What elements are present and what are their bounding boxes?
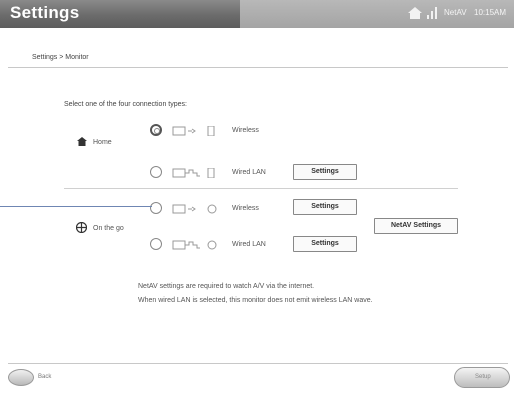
status-text: NetAV [444, 8, 467, 17]
note-netav: NetAV settings are required to watch A/V… [138, 283, 315, 290]
option-home-wired[interactable]: Wired LAN [150, 164, 266, 184]
wireless-connection-icon [172, 204, 217, 214]
signal-icon [427, 7, 437, 19]
back-button[interactable]: Back [8, 369, 68, 387]
note-wired-lan: When wired LAN is selected, this monitor… [138, 297, 373, 304]
group-label-on-the-go: On the go [93, 225, 124, 232]
settings-button-go-wired[interactable]: Settings [293, 236, 357, 252]
setup-button[interactable]: Setup [454, 367, 510, 388]
title-bar: Settings NetAV 10:15AM [0, 0, 514, 28]
radio-home-wireless[interactable] [150, 124, 162, 136]
option-label: Wireless [232, 127, 259, 134]
radio-go-wireless[interactable] [150, 202, 162, 214]
clock: 10:15AM [474, 8, 507, 17]
page-title: Settings [10, 3, 80, 22]
setup-label: Setup [475, 374, 491, 380]
wired-connection-icon [172, 240, 217, 250]
option-label: Wired LAN [232, 241, 266, 248]
wired-connection-icon [172, 168, 215, 178]
breadcrumb: Settings > Monitor [32, 54, 89, 61]
group-divider [64, 188, 458, 189]
status-area [240, 0, 514, 28]
settings-button-home-wired[interactable]: Settings [293, 164, 357, 180]
radio-home-wired[interactable] [150, 166, 162, 178]
option-go-wireless[interactable]: Wireless [150, 200, 259, 220]
footer-divider [8, 363, 508, 364]
header-divider [8, 67, 508, 68]
home-icon [77, 137, 87, 146]
home-status-icon [408, 7, 422, 19]
back-label: Back [38, 374, 52, 380]
outdoor-icon [76, 222, 87, 233]
option-label: Wireless [232, 205, 259, 212]
option-go-wired[interactable]: Wired LAN [150, 236, 266, 256]
radio-go-wired[interactable] [150, 238, 162, 250]
wireless-connection-icon [172, 126, 215, 136]
connection-prompt: Select one of the four connection types: [64, 101, 187, 108]
option-label: Wired LAN [232, 169, 266, 176]
back-icon[interactable] [8, 369, 34, 386]
callout-line [0, 206, 152, 207]
netav-settings-button[interactable]: NetAV Settings [374, 218, 458, 234]
settings-button-go-wireless[interactable]: Settings [293, 199, 357, 215]
group-label-home: Home [93, 139, 112, 146]
option-home-wireless[interactable]: Wireless [150, 122, 259, 142]
